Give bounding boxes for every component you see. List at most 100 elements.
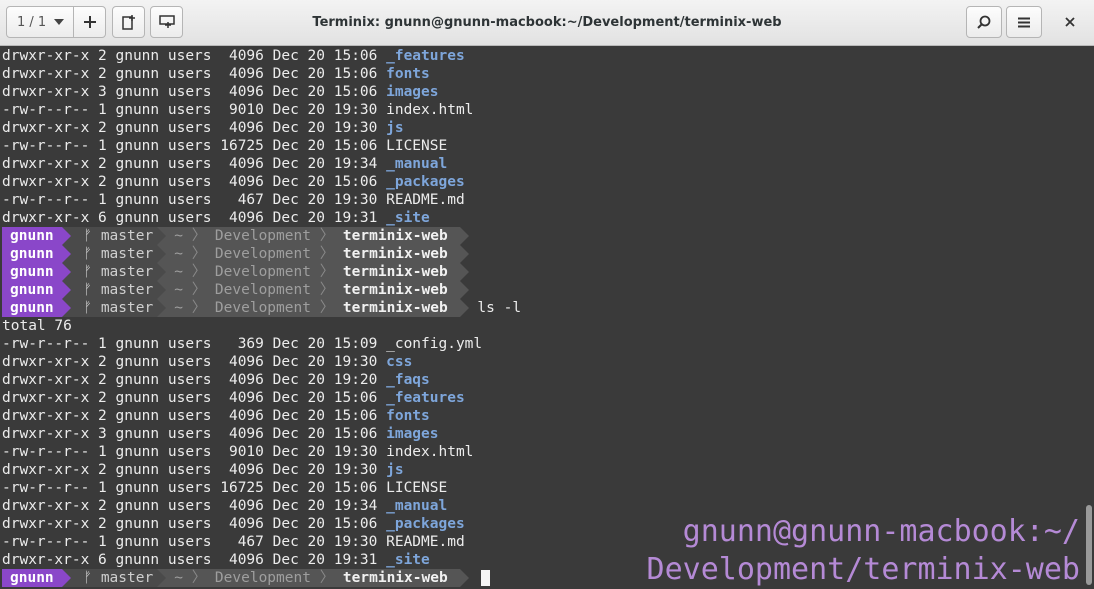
path-separator: 〉 — [319, 300, 335, 316]
directory-name: _features — [386, 48, 465, 64]
split-right-icon — [121, 14, 136, 30]
prompt-user: gnunn — [2, 263, 63, 281]
file-meta: drwxr-xr-x 2 gnunn users 4096 Dec 20 19:… — [2, 156, 387, 172]
segment-arrow — [460, 245, 470, 263]
prompt-path: ~ 〉 Development 〉 terminix-web — [166, 263, 461, 281]
find-button[interactable] — [966, 6, 1002, 38]
file-meta: -rw-r--r-- 1 gnunn users 16725 Dec 20 15… — [2, 480, 387, 496]
directory-name: _features — [386, 390, 465, 406]
terminal-badge: gnunn@gnunn-macbook:~/ Development/termi… — [647, 513, 1080, 589]
file-meta: -rw-r--r-- 1 gnunn users 467 Dec 20 19:3… — [2, 192, 387, 208]
listing-line: drwxr-xr-x 2 gnunn users 4096 Dec 20 15:… — [2, 515, 521, 533]
path-home: ~ — [174, 300, 192, 316]
file-name: LICENSE — [386, 138, 448, 154]
prompt-path: ~ 〉 Development 〉 terminix-web — [166, 227, 461, 245]
listing-line: -rw-r--r-- 1 gnunn users 467 Dec 20 19:3… — [2, 191, 521, 209]
listing-line: drwxr-xr-x 3 gnunn users 4096 Dec 20 15:… — [2, 83, 521, 101]
prompt-user: gnunn — [2, 227, 63, 245]
file-name: LICENSE — [386, 480, 448, 496]
listing-line: -rw-r--r-- 1 gnunn users 16725 Dec 20 15… — [2, 137, 521, 155]
directory-name: _packages — [386, 516, 465, 532]
prompt-line: gnunn ᚠ master ~ 〉 Development 〉 terminix… — [2, 281, 521, 299]
listing-line: drwxr-xr-x 2 gnunn users 4096 Dec 20 15:… — [2, 47, 521, 65]
prompt-path: ~ 〉 Development 〉 terminix-web — [166, 281, 461, 299]
git-branch: master — [100, 570, 154, 586]
listing-line: drwxr-xr-x 3 gnunn users 4096 Dec 20 15:… — [2, 425, 521, 443]
split-right-button[interactable] — [112, 6, 145, 38]
path-separator: 〉 — [319, 570, 335, 586]
git-branch-icon: ᚠ — [83, 264, 101, 280]
path-current-dir: terminix-web — [334, 570, 457, 586]
file-meta: drwxr-xr-x 2 gnunn users 4096 Dec 20 19:… — [2, 498, 387, 514]
command-text: ls -l — [477, 300, 522, 316]
listing-line: drwxr-xr-x 2 gnunn users 4096 Dec 20 19:… — [2, 497, 521, 515]
directory-name: _packages — [386, 174, 465, 190]
listing-line: drwxr-xr-x 2 gnunn users 4096 Dec 20 19:… — [2, 461, 521, 479]
path-separator: 〉 — [191, 282, 207, 298]
file-meta: -rw-r--r-- 1 gnunn users 369 Dec 20 15:0… — [2, 336, 387, 352]
file-meta: drwxr-xr-x 2 gnunn users 4096 Dec 20 15:… — [2, 516, 387, 532]
prompt-git: ᚠ master — [71, 281, 158, 299]
terminal-view[interactable]: drwxr-xr-x 2 gnunn users 4096 Dec 20 15:… — [0, 47, 1094, 589]
file-meta: drwxr-xr-x 2 gnunn users 4096 Dec 20 19:… — [2, 462, 387, 478]
segment-arrow — [460, 263, 470, 281]
path-dir: Development — [206, 570, 320, 586]
path-current-dir: terminix-web — [334, 300, 457, 316]
listing-line: drwxr-xr-x 2 gnunn users 4096 Dec 20 19:… — [2, 155, 521, 173]
segment-arrow — [157, 299, 167, 317]
file-name: index.html — [386, 444, 474, 460]
git-branch: master — [100, 264, 154, 280]
prompt-path: ~ 〉 Development 〉 terminix-web — [166, 245, 461, 263]
plus-icon — [83, 16, 96, 28]
terminix-window: 1 / 1 Terminix: gnunn@gnunn-macbook:~/De… — [0, 0, 1094, 589]
path-separator: 〉 — [319, 246, 335, 262]
directory-name: fonts — [386, 408, 430, 424]
file-meta: drwxr-xr-x 2 gnunn users 4096 Dec 20 15:… — [2, 390, 387, 406]
close-icon — [1065, 17, 1075, 27]
prompt-line: gnunn ᚠ master ~ 〉 Development 〉 terminix… — [2, 569, 521, 587]
directory-name: css — [386, 354, 413, 370]
path-current-dir: terminix-web — [334, 228, 457, 244]
path-home: ~ — [174, 228, 192, 244]
path-dir: Development — [206, 300, 320, 316]
prompt-git: ᚠ master — [71, 299, 158, 317]
prompt-user: gnunn — [2, 299, 63, 317]
scrollbar[interactable] — [1086, 505, 1092, 585]
directory-name: _site — [386, 552, 430, 568]
segment-arrow — [157, 245, 167, 263]
file-name: _config.yml — [386, 336, 483, 352]
hamburger-icon — [1018, 17, 1030, 28]
prompt-git: ᚠ master — [71, 263, 158, 281]
path-home: ~ — [174, 264, 192, 280]
menu-button[interactable] — [1006, 6, 1042, 38]
chevron-down-icon — [54, 19, 65, 25]
file-meta: drwxr-xr-x 2 gnunn users 4096 Dec 20 19:… — [2, 354, 387, 370]
segment-arrow — [62, 263, 72, 281]
prompt-line: gnunn ᚠ master ~ 〉 Development 〉 terminix… — [2, 263, 521, 281]
listing-line: -rw-r--r-- 1 gnunn users 467 Dec 20 19:3… — [2, 533, 521, 551]
session-switcher-button[interactable]: 1 / 1 — [6, 6, 74, 38]
segment-arrow — [62, 281, 72, 299]
path-home: ~ — [174, 282, 192, 298]
session-label: 1 / 1 — [17, 14, 47, 30]
split-down-icon — [158, 15, 175, 29]
git-branch-icon: ᚠ — [83, 246, 101, 262]
directory-name: _manual — [386, 498, 448, 514]
git-branch: master — [100, 282, 154, 298]
segment-arrow — [460, 227, 470, 245]
path-dir: Development — [206, 228, 320, 244]
listing-line: drwxr-xr-x 2 gnunn users 4096 Dec 20 19:… — [2, 353, 521, 371]
prompt-path: ~ 〉 Development 〉 terminix-web — [166, 569, 461, 587]
close-window-button[interactable] — [1053, 6, 1087, 38]
prompt-line: gnunn ᚠ master ~ 〉 Development 〉 terminix… — [2, 299, 521, 317]
prompt-git: ᚠ master — [71, 227, 158, 245]
add-session-button[interactable] — [73, 6, 106, 38]
split-down-button[interactable] — [150, 6, 183, 38]
segment-arrow — [460, 569, 470, 587]
prompt-user: gnunn — [2, 281, 63, 299]
directory-name: _site — [386, 210, 430, 226]
prompt-user: gnunn — [2, 569, 63, 587]
directory-name: js — [386, 120, 404, 136]
segment-arrow — [157, 263, 167, 281]
path-home: ~ — [174, 570, 192, 586]
